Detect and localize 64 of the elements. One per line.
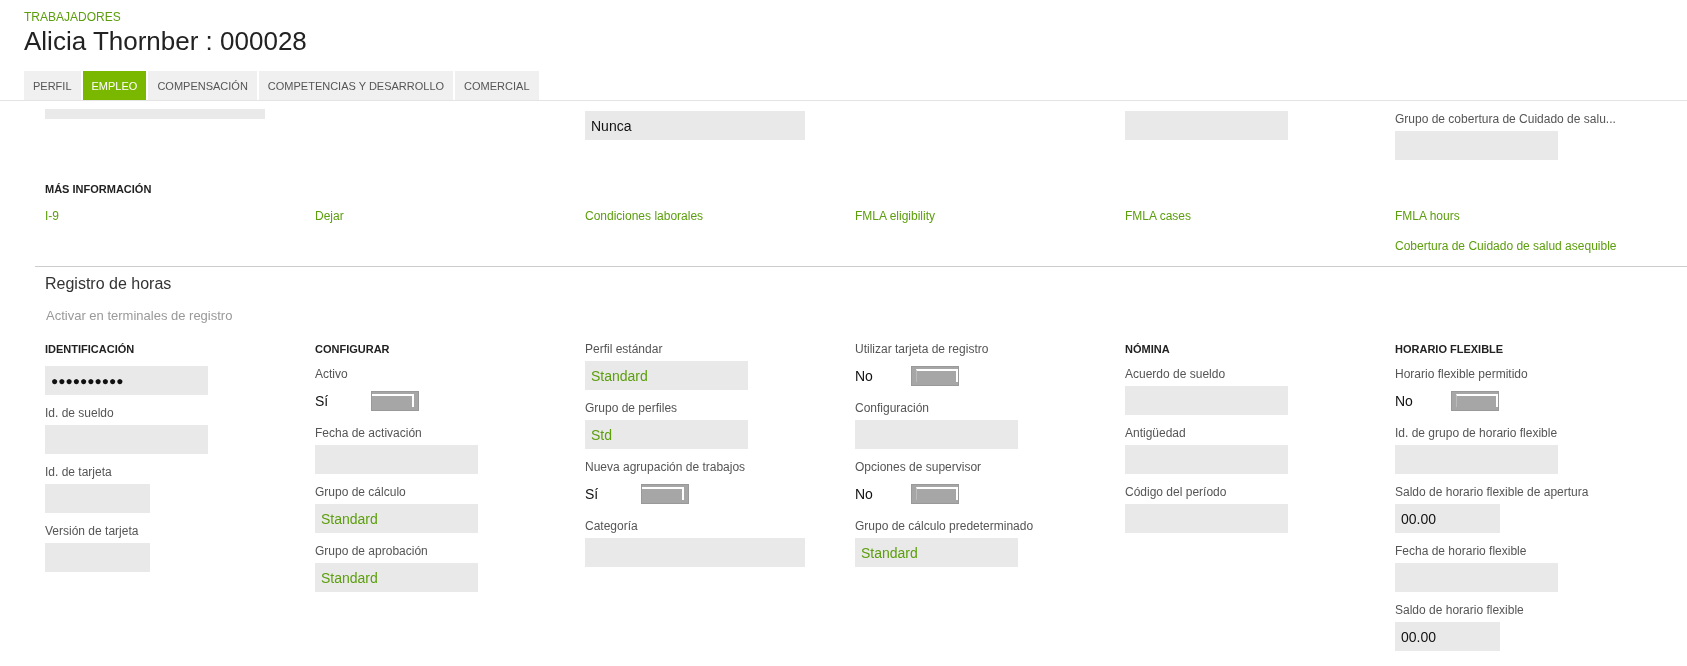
field-label: Utilizar tarjeta de registro [855,341,990,357]
group-heading: NÓMINA [1125,342,1171,357]
tab[interactable]: COMPENSACIÓN [148,71,257,100]
link[interactable]: Cobertura de Cuidado de salud asequible [1395,238,1687,255]
lookup-field[interactable]: Standard [315,504,478,533]
toggle-switch[interactable] [371,390,419,411]
field-label: Código del período [1125,484,1228,500]
field-label: Grupo de aprobación [315,543,429,559]
toggle-value: Sí [585,485,600,502]
field-label: Id. de sueldo [45,405,115,421]
group-heading: CONFIGURAR [315,342,391,357]
input-field[interactable]: 00.00 [1395,622,1500,651]
lookup-field[interactable]: Standard [855,538,1018,567]
link[interactable]: FMLA cases [1125,208,1395,225]
field-label: Fecha de activación [315,425,423,441]
field-label: Saldo de horario flexible [1395,602,1525,618]
group-heading: IDENTIFICACIÓN [45,342,136,357]
tab[interactable]: PERFIL [24,71,81,100]
toggle-switch[interactable] [911,483,959,504]
field-label: Nueva agrupación de trabajos [585,459,747,475]
field-label: Grupo de cálculo predeterminado [855,518,1035,534]
link[interactable]: Dejar [315,208,585,225]
field-label: Antigüedad [1125,425,1187,441]
field-label: Saldo de horario flexible de apertura [1395,484,1590,500]
link[interactable]: Condiciones laborales [585,208,855,225]
field-label: Horario flexible permitido [1395,366,1529,382]
page-title: Alicia Thornber : 000028 [24,25,308,57]
section-title: Registro de horas [44,274,173,294]
password-field[interactable]: ●●●●●●●●●● [45,366,208,395]
lookup-field[interactable]: Standard [585,361,748,390]
field-label: Versión de tarjeta [45,523,140,539]
input-field[interactable]: 00.00 [1395,504,1500,533]
field-label: Opciones de supervisor [855,459,983,475]
toggle-value: Sí [315,392,330,409]
field-label: Fecha de horario flexible [1395,543,1528,559]
toggle-value: No [855,367,874,384]
toggle-value: No [855,485,874,502]
toggle-switch[interactable] [641,483,689,504]
field-label: Grupo de cobertura de Cuidado de salu... [1395,111,1617,127]
group-heading: HORARIO FLEXIBLE [1395,342,1505,357]
tab[interactable]: EMPLEO [82,71,147,100]
toggle-switch[interactable] [911,365,959,386]
field-label: Id. de tarjeta [45,464,113,480]
field-label: Id. de grupo de horario flexible [1395,425,1559,441]
field-label: Activo [315,366,349,382]
input-field[interactable]: Nunca [585,111,805,140]
field-label: Acuerdo de sueldo [1125,366,1227,382]
link[interactable]: FMLA eligibility [855,208,1125,225]
field-label: Grupo de cálculo [315,484,407,500]
lookup-field[interactable]: Std [585,420,748,449]
section-heading: MÁS INFORMACIÓN [44,182,153,197]
breadcrumb-link[interactable]: TRABAJADORES [24,9,1687,25]
field-label: Perfil estándar [585,341,664,357]
activate-link[interactable]: Activar en terminales de registro [0,307,1687,325]
toggle-switch[interactable] [1451,390,1499,411]
toggle-value: No [1395,392,1414,409]
field-label: Grupo de perfiles [585,400,679,416]
tab[interactable]: COMERCIAL [455,71,539,100]
link[interactable]: I-9 [45,208,315,225]
link[interactable]: FMLA hours [1395,208,1687,225]
tab[interactable]: COMPETENCIAS Y DESARROLLO [258,71,454,100]
field-label: Configuración [855,400,931,416]
lookup-field[interactable]: Standard [315,563,478,592]
field-label: Categoría [585,518,639,534]
